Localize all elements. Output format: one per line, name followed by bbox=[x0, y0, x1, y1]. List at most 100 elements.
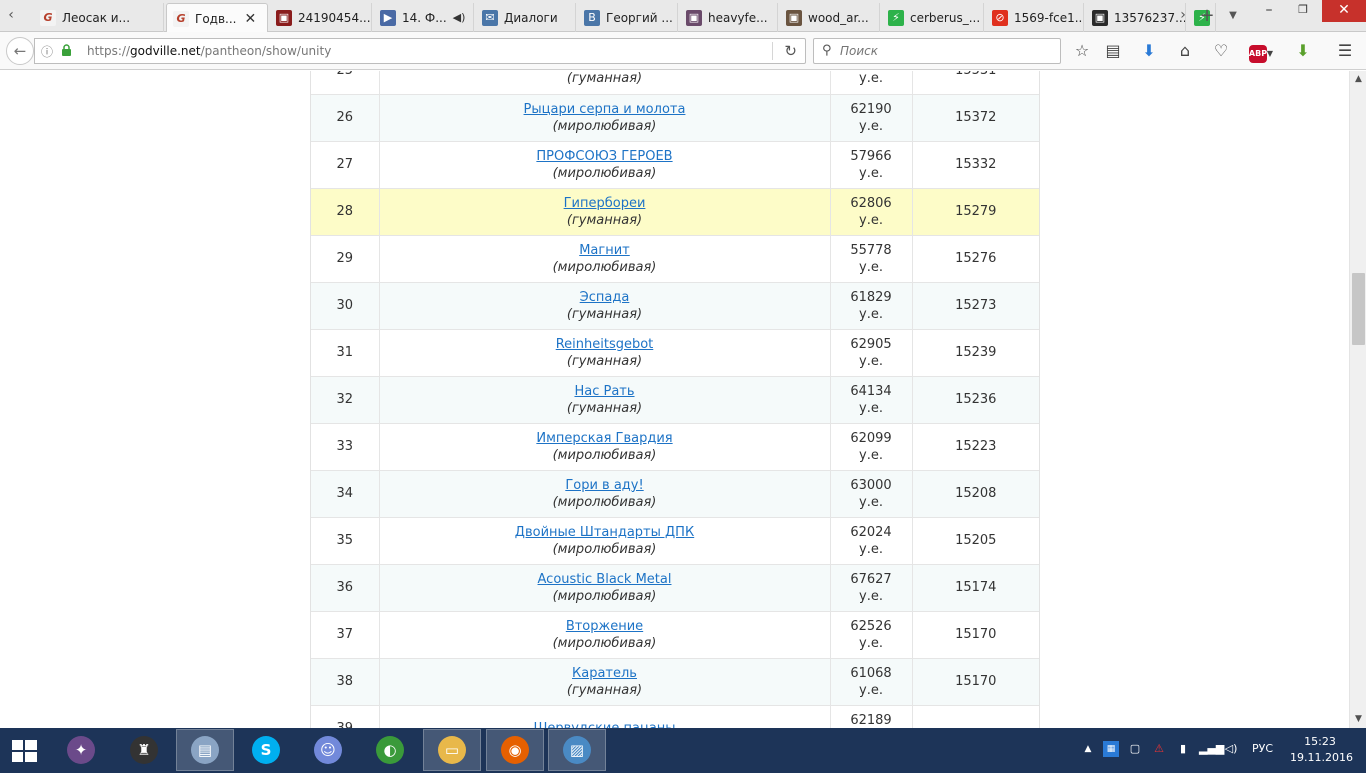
value-cell: 62024 у.е. bbox=[830, 517, 913, 565]
network-warning-icon[interactable]: ⚠ bbox=[1151, 741, 1167, 757]
browser-tab-title: Диалоги bbox=[504, 10, 558, 25]
guild-cell: Гипербореи (гуманная) bbox=[379, 188, 831, 236]
scroll-down-arrow-icon[interactable]: ▼ bbox=[1350, 711, 1366, 728]
taskbar-app-button[interactable]: ◉ bbox=[486, 729, 544, 771]
power-icon[interactable]: ▮ bbox=[1175, 741, 1191, 757]
rank-cell: 33 bbox=[311, 423, 380, 471]
browser-tab[interactable]: G Леосак и... bbox=[34, 3, 164, 32]
taskbar-app-button[interactable]: ☺ bbox=[299, 729, 357, 771]
taskbar-app-button[interactable]: ✦ bbox=[52, 729, 110, 771]
browser-tab[interactable]: G Годв... ✕ bbox=[166, 3, 268, 33]
input-language[interactable]: РУС bbox=[1252, 742, 1273, 755]
browser-tab-title: Георгий ... bbox=[606, 10, 673, 25]
address-bar[interactable]: ⓘ https://godville.net/pantheon/show/uni… bbox=[34, 38, 806, 64]
search-bar[interactable]: ⚲ bbox=[813, 38, 1061, 64]
close-window-button[interactable]: ✕ bbox=[1322, 0, 1366, 22]
score-cell: 15223 bbox=[912, 423, 1039, 471]
table-row: 27 ПРОФСОЮЗ ГЕРОЕВ (миролюбивая) 57966 у.е. 1… bbox=[311, 141, 1039, 189]
restore-button[interactable]: ❐ bbox=[1288, 0, 1318, 22]
windows-start-icon[interactable] bbox=[6, 734, 42, 768]
score-cell: 15205 bbox=[912, 517, 1039, 565]
performance-monitor-icon: ▤ bbox=[191, 736, 219, 764]
guild-link[interactable]: Эспада bbox=[580, 290, 630, 305]
adblock-plus-icon[interactable]: ABP▼ bbox=[1246, 41, 1276, 63]
browser-tab[interactable]: ▣ 13576237... bbox=[1086, 3, 1186, 32]
back-button[interactable]: ← bbox=[6, 37, 34, 65]
value-amount: 62905 bbox=[850, 336, 892, 352]
browser-tab-title: Годв... bbox=[195, 11, 237, 26]
downloads-icon[interactable]: ⬇ bbox=[1138, 41, 1160, 63]
pocket-icon[interactable]: ♡ bbox=[1210, 41, 1232, 63]
system-clock[interactable]: 15:23 19.11.2016 bbox=[1290, 734, 1353, 766]
tab-scroll-left-button[interactable]: ‹ bbox=[0, 0, 22, 32]
browser-tab[interactable]: ▣ heavyfe... bbox=[680, 3, 778, 32]
guild-link[interactable]: Рыцари серпа и молота bbox=[524, 102, 686, 117]
bookmark-star-icon[interactable]: ☆ bbox=[1071, 41, 1093, 63]
guild-link[interactable]: Вторжение bbox=[566, 619, 643, 634]
guild-link[interactable]: Гори в аду! bbox=[565, 478, 643, 493]
taskbar-app-button[interactable]: ▭ bbox=[423, 729, 481, 771]
guild-link[interactable]: ПРОФСОЮЗ ГЕРОЕВ bbox=[536, 149, 672, 164]
browser-tab[interactable]: ▣ 24190454... bbox=[270, 3, 372, 32]
browser-tab-title: Леосак и... bbox=[62, 10, 131, 25]
value-cell: 55778 у.е. bbox=[830, 235, 913, 283]
tab-scroll-right-button[interactable]: › bbox=[1172, 0, 1194, 32]
info-icon[interactable]: ⓘ bbox=[41, 43, 53, 60]
volume-icon[interactable]: ◁) bbox=[1223, 741, 1239, 757]
reload-icon[interactable]: ↻ bbox=[784, 42, 797, 60]
guild-link[interactable]: Имперская Гвардия bbox=[536, 431, 672, 446]
value-unit: у.е. bbox=[859, 400, 883, 416]
browser-tab[interactable]: B Георгий ... bbox=[578, 3, 678, 32]
action-center-icon[interactable]: ▢ bbox=[1127, 741, 1143, 757]
vertical-scrollbar[interactable]: ▲ ▼ bbox=[1349, 71, 1366, 728]
value-unit: у.е. bbox=[859, 71, 883, 87]
guild-link[interactable]: Двойные Штандарты ДПК bbox=[515, 525, 694, 540]
taskbar-app-button[interactable]: ▤ bbox=[176, 729, 234, 771]
guild-link[interactable]: Acoustic Black Metal bbox=[538, 572, 672, 587]
taskbar-app-button[interactable]: ▨ bbox=[548, 729, 606, 771]
value-amount: 62024 bbox=[850, 524, 892, 540]
taskbar-app-button[interactable]: ♜ bbox=[115, 729, 173, 771]
home-icon[interactable]: ⌂ bbox=[1174, 41, 1196, 63]
browser-tab[interactable]: ✉ Диалоги bbox=[476, 3, 576, 32]
minimize-button[interactable]: – bbox=[1254, 0, 1284, 22]
show-hidden-icons-icon[interactable]: ▲ bbox=[1080, 741, 1096, 757]
browser-tab[interactable]: ⊘ 1569-fce1... bbox=[986, 3, 1084, 32]
guild-link[interactable]: Нас Рать bbox=[574, 384, 634, 399]
image-icon: ▣ bbox=[1092, 9, 1108, 26]
guild-link[interactable]: Каратель bbox=[572, 666, 637, 681]
media-play-icon: ▶ bbox=[380, 9, 396, 26]
new-tab-button[interactable]: + bbox=[1196, 0, 1218, 32]
guild-link[interactable]: Шервудские пацаны bbox=[533, 721, 675, 728]
scroll-up-arrow-icon[interactable]: ▲ bbox=[1350, 71, 1366, 88]
reading-list-icon[interactable]: ▤ bbox=[1102, 41, 1124, 63]
url-path: /pantheon/show/unity bbox=[200, 44, 332, 58]
table-row: 36 Acoustic Black Metal (миролюбивая) 67627… bbox=[311, 564, 1039, 612]
guild-cell: Эспада (гуманная) bbox=[379, 282, 831, 330]
tray-app-icon[interactable]: ▦ bbox=[1103, 741, 1119, 757]
url-text[interactable]: https://godville.net/pantheon/show/unity bbox=[87, 44, 331, 58]
guild-type: (гуманная) bbox=[566, 400, 643, 416]
rank-cell: 30 bbox=[311, 282, 380, 330]
guild-link[interactable]: Reinheitsgebot bbox=[556, 337, 654, 352]
value-amount: 63000 bbox=[850, 477, 892, 493]
taskbar-app-button[interactable]: S bbox=[237, 729, 295, 771]
taskbar-app-button[interactable]: ◐ bbox=[361, 729, 419, 771]
scroll-thumb[interactable] bbox=[1352, 273, 1365, 345]
tab-audio-icon[interactable]: ◀) bbox=[453, 11, 466, 24]
guild-type: (миролюбивая) bbox=[552, 165, 657, 181]
guild-link[interactable]: Магнит bbox=[579, 243, 630, 258]
url-scheme: https:// bbox=[87, 44, 131, 58]
browser-tab[interactable]: ⚡ cerberus_... bbox=[882, 3, 984, 32]
browser-tab[interactable]: ▶ 14. Ф... ◀) bbox=[374, 3, 474, 32]
signal-strength-icon[interactable]: ▂▄▆ bbox=[1199, 741, 1224, 757]
close-tab-icon[interactable]: ✕ bbox=[244, 11, 256, 27]
menu-icon[interactable]: ☰ bbox=[1334, 41, 1356, 63]
guild-link[interactable]: Гипербореи bbox=[564, 196, 646, 211]
search-input[interactable] bbox=[840, 42, 1050, 60]
download-helper-icon[interactable]: ⬇ bbox=[1292, 41, 1314, 63]
browser-tab[interactable]: ▣ wood_ar... bbox=[780, 3, 880, 32]
score-cell: 15170 bbox=[912, 658, 1039, 706]
lock-icon[interactable] bbox=[61, 44, 72, 56]
tab-list-dropdown[interactable]: ▼ bbox=[1222, 0, 1244, 32]
